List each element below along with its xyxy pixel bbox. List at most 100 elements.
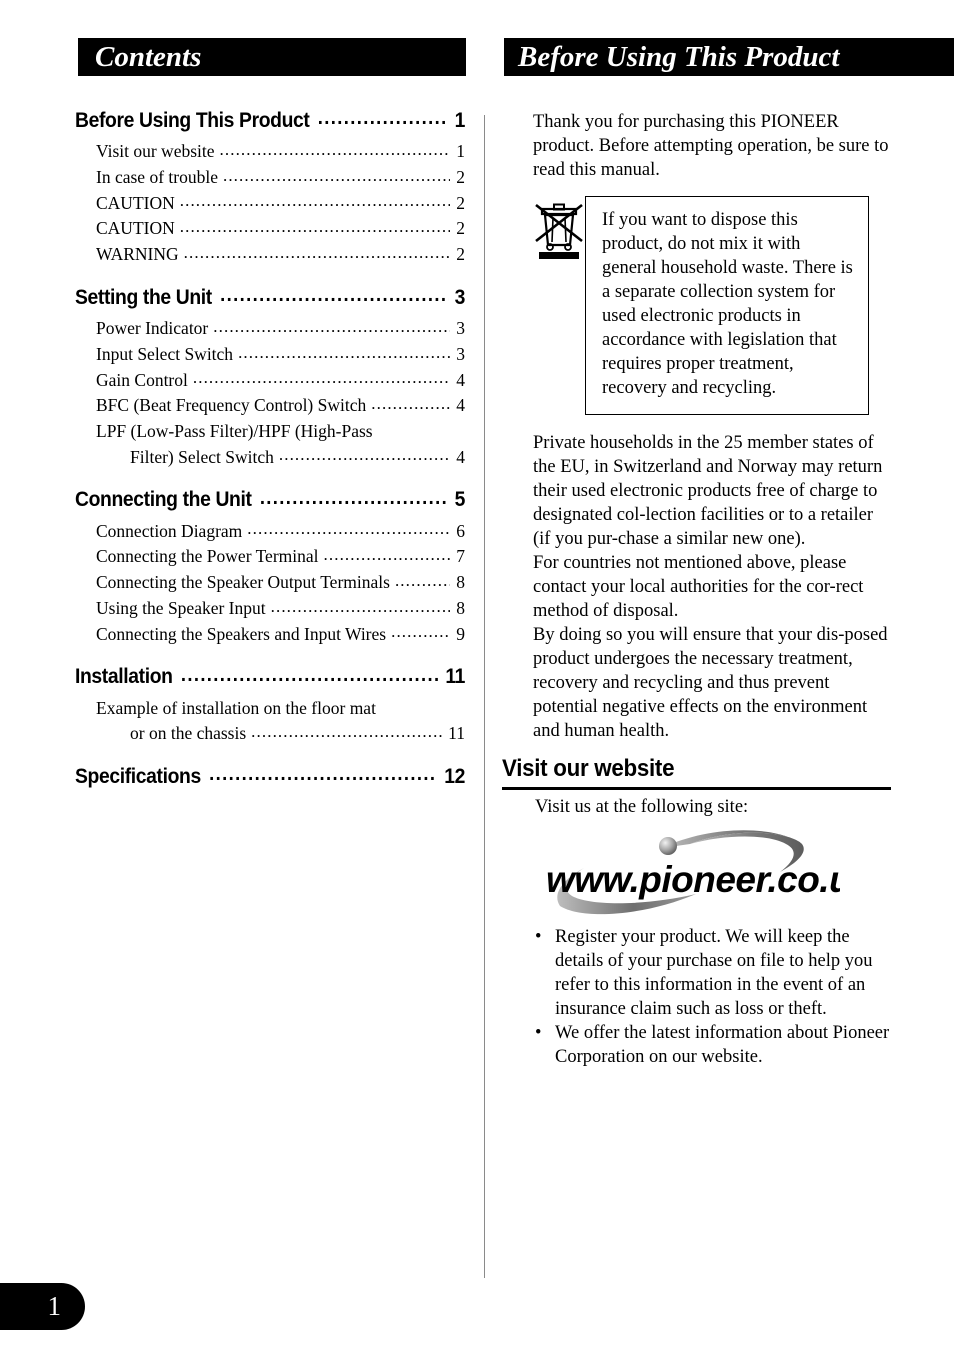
toc-entry-page: 8 <box>456 597 465 618</box>
toc-heading-label: Setting the Unit <box>75 285 212 309</box>
toc-entry[interactable]: CAUTION ................................… <box>96 191 465 217</box>
website-benefits-list: • Register your product. We will keep th… <box>533 925 898 1069</box>
toc-entry[interactable]: Power Indicator ........................… <box>96 316 465 342</box>
dot-leader: ........................................… <box>317 107 448 130</box>
toc-entry[interactable]: Connecting the Speakers and Input Wires … <box>96 622 465 648</box>
before-using-header-title: Before Using This Product <box>518 40 840 73</box>
toc-entry-page: 4 <box>456 369 465 390</box>
dot-leader: ........................................… <box>220 284 449 307</box>
toc-heading-label: Specifications <box>75 764 201 788</box>
toc-entry[interactable]: WARNING ................................… <box>96 242 465 268</box>
toc-entry[interactable]: CAUTION ................................… <box>96 216 465 242</box>
dot-leader: ........................................… <box>278 445 451 465</box>
dot-leader: ........................................… <box>238 342 450 362</box>
dot-leader: ........................................… <box>371 393 451 413</box>
toc-entry[interactable]: BFC (Beat Frequency Control) Switch ....… <box>96 393 465 419</box>
toc-entry[interactable]: In case of trouble .....................… <box>96 165 465 191</box>
page-number: 1 <box>47 1291 62 1321</box>
dot-leader: ........................................… <box>270 596 451 616</box>
contents-header-bar: Contents <box>78 38 466 76</box>
dot-leader: ........................................… <box>183 242 451 262</box>
toc-entry-label: Example of installation on the floor mat <box>96 697 376 718</box>
manual-page: Contents Before Using This Product Befor… <box>0 0 954 1355</box>
toc-group-setting-the-unit: Setting the Unit .......................… <box>75 284 465 471</box>
toc-entry-label: CAUTION <box>96 218 175 239</box>
dot-leader: ........................................… <box>219 139 451 159</box>
section-heading-rule <box>502 787 891 790</box>
toc-heading-page: 11 <box>445 665 466 689</box>
toc-heading-page: 5 <box>454 488 466 512</box>
dot-leader: ........................................… <box>209 763 438 786</box>
toc-heading-page: 12 <box>444 764 466 788</box>
toc-heading-label: Before Using This Product <box>75 109 310 132</box>
list-item: • Register your product. We will keep th… <box>533 925 898 1021</box>
toc-entry-page: 1 <box>456 141 465 162</box>
visit-our-website-label: Visit our website <box>502 755 675 782</box>
toc-entry-page: 3 <box>456 343 465 364</box>
before-using-header-bar: Before Using This Product <box>504 38 954 76</box>
weee-disposal-notice: If you want to dispose this product, do … <box>533 196 893 415</box>
toc-entry-label: Visit our website <box>96 141 215 162</box>
toc-entry[interactable]: Connecting the Power Terminal ..........… <box>96 544 465 570</box>
disposal-paragraph-1: Private households in the 25 member stat… <box>533 432 883 549</box>
toc-entry[interactable]: Connection Diagram .....................… <box>96 519 465 545</box>
dot-leader: ........................................… <box>394 570 450 590</box>
toc-entry-page: 9 <box>456 623 465 644</box>
toc-entry-page: 8 <box>456 572 465 593</box>
toc-entry-line2[interactable]: Filter) Select Switch ..................… <box>130 445 465 471</box>
toc-entry-label: In case of trouble <box>96 166 218 187</box>
dot-leader: ........................................… <box>192 368 450 388</box>
toc-entry-line2[interactable]: or on the chassis ......................… <box>130 721 465 747</box>
toc-entry-label: Connecting the Power Terminal <box>96 546 319 567</box>
toc-group-specifications: Specifications .........................… <box>75 763 466 790</box>
visit-our-website-section-heading: Visit our website <box>502 755 892 790</box>
disposal-paragraph-2: For countries not mentioned above, pleas… <box>533 552 864 621</box>
dot-leader: ........................................… <box>259 486 449 509</box>
toc-entry-page: 2 <box>456 192 465 213</box>
list-item-text: Register your product. We will keep the … <box>555 927 873 1020</box>
dot-leader: ........................................… <box>251 721 443 741</box>
dot-leader: ........................................… <box>222 165 450 185</box>
toc-entry-label-cont: or on the chassis <box>130 723 247 744</box>
dot-leader: ........................................… <box>180 663 439 686</box>
toc-entry-page: 2 <box>456 166 465 187</box>
toc-entry-label-cont: Filter) Select Switch <box>130 446 274 467</box>
pioneer-website-logo[interactable]: www.pioneer.co.uk <box>540 820 840 925</box>
toc-entry-label: Gain Control <box>96 369 188 390</box>
crossed-out-wheelie-bin-icon <box>533 200 585 262</box>
dot-leader: ........................................… <box>323 545 451 565</box>
toc-group-installation: Installation ...........................… <box>75 664 465 747</box>
toc-entry-line1[interactable]: Example of installation on the floor mat <box>96 696 465 722</box>
weee-notice-box: If you want to dispose this product, do … <box>585 196 869 415</box>
toc-entry-label: Connection Diagram <box>96 520 243 541</box>
weee-notice-text: If you want to dispose this product, do … <box>602 210 853 399</box>
toc-entry[interactable]: Visit our website ......................… <box>96 139 465 165</box>
toc-heading-before-using[interactable]: Before Using This Product ..............… <box>75 107 465 134</box>
toc-entry-label: Using the Speaker Input <box>96 597 266 618</box>
toc-entry-label: BFC (Beat Frequency Control) Switch <box>96 395 367 416</box>
toc-entry-label: WARNING <box>96 244 179 265</box>
toc-entry[interactable]: Connecting the Speaker Output Terminals … <box>96 570 465 596</box>
toc-entry-line1[interactable]: LPF (Low-Pass Filter)/HPF (High-Pass <box>96 419 465 445</box>
toc-entry-page: 7 <box>456 546 465 567</box>
toc-entry-label: Connecting the Speakers and Input Wires <box>96 623 387 644</box>
toc-entry-page: 6 <box>456 520 465 541</box>
table-of-contents: Before Using This Product ..............… <box>75 107 466 807</box>
intro-paragraph: Thank you for purchasing this PIONEER pr… <box>533 112 889 181</box>
toc-entry-label: LPF (Low-Pass Filter)/HPF (High-Pass <box>96 420 373 441</box>
toc-entry[interactable]: Gain Control ...........................… <box>96 368 465 394</box>
dot-leader: ........................................… <box>247 519 451 539</box>
before-using-body: Thank you for purchasing this PIONEER pr… <box>533 110 893 743</box>
toc-entry[interactable]: Input Select Switch ....................… <box>96 342 465 368</box>
toc-heading-installation[interactable]: Installation ...........................… <box>75 664 465 690</box>
toc-heading-specifications[interactable]: Specifications .........................… <box>75 763 466 790</box>
toc-heading-setting-the-unit[interactable]: Setting the Unit .......................… <box>75 284 465 311</box>
toc-group-before-using: Before Using This Product ..............… <box>75 107 465 268</box>
column-divider <box>484 115 485 1278</box>
toc-entry[interactable]: Using the Speaker Input ................… <box>96 596 465 622</box>
toc-heading-connecting-the-unit[interactable]: Connecting the Unit ....................… <box>75 487 465 513</box>
dot-leader: ........................................… <box>391 622 451 642</box>
toc-entry-page: 2 <box>456 244 465 265</box>
dot-leader: ........................................… <box>213 316 451 336</box>
toc-entry-page: 4 <box>456 446 465 467</box>
